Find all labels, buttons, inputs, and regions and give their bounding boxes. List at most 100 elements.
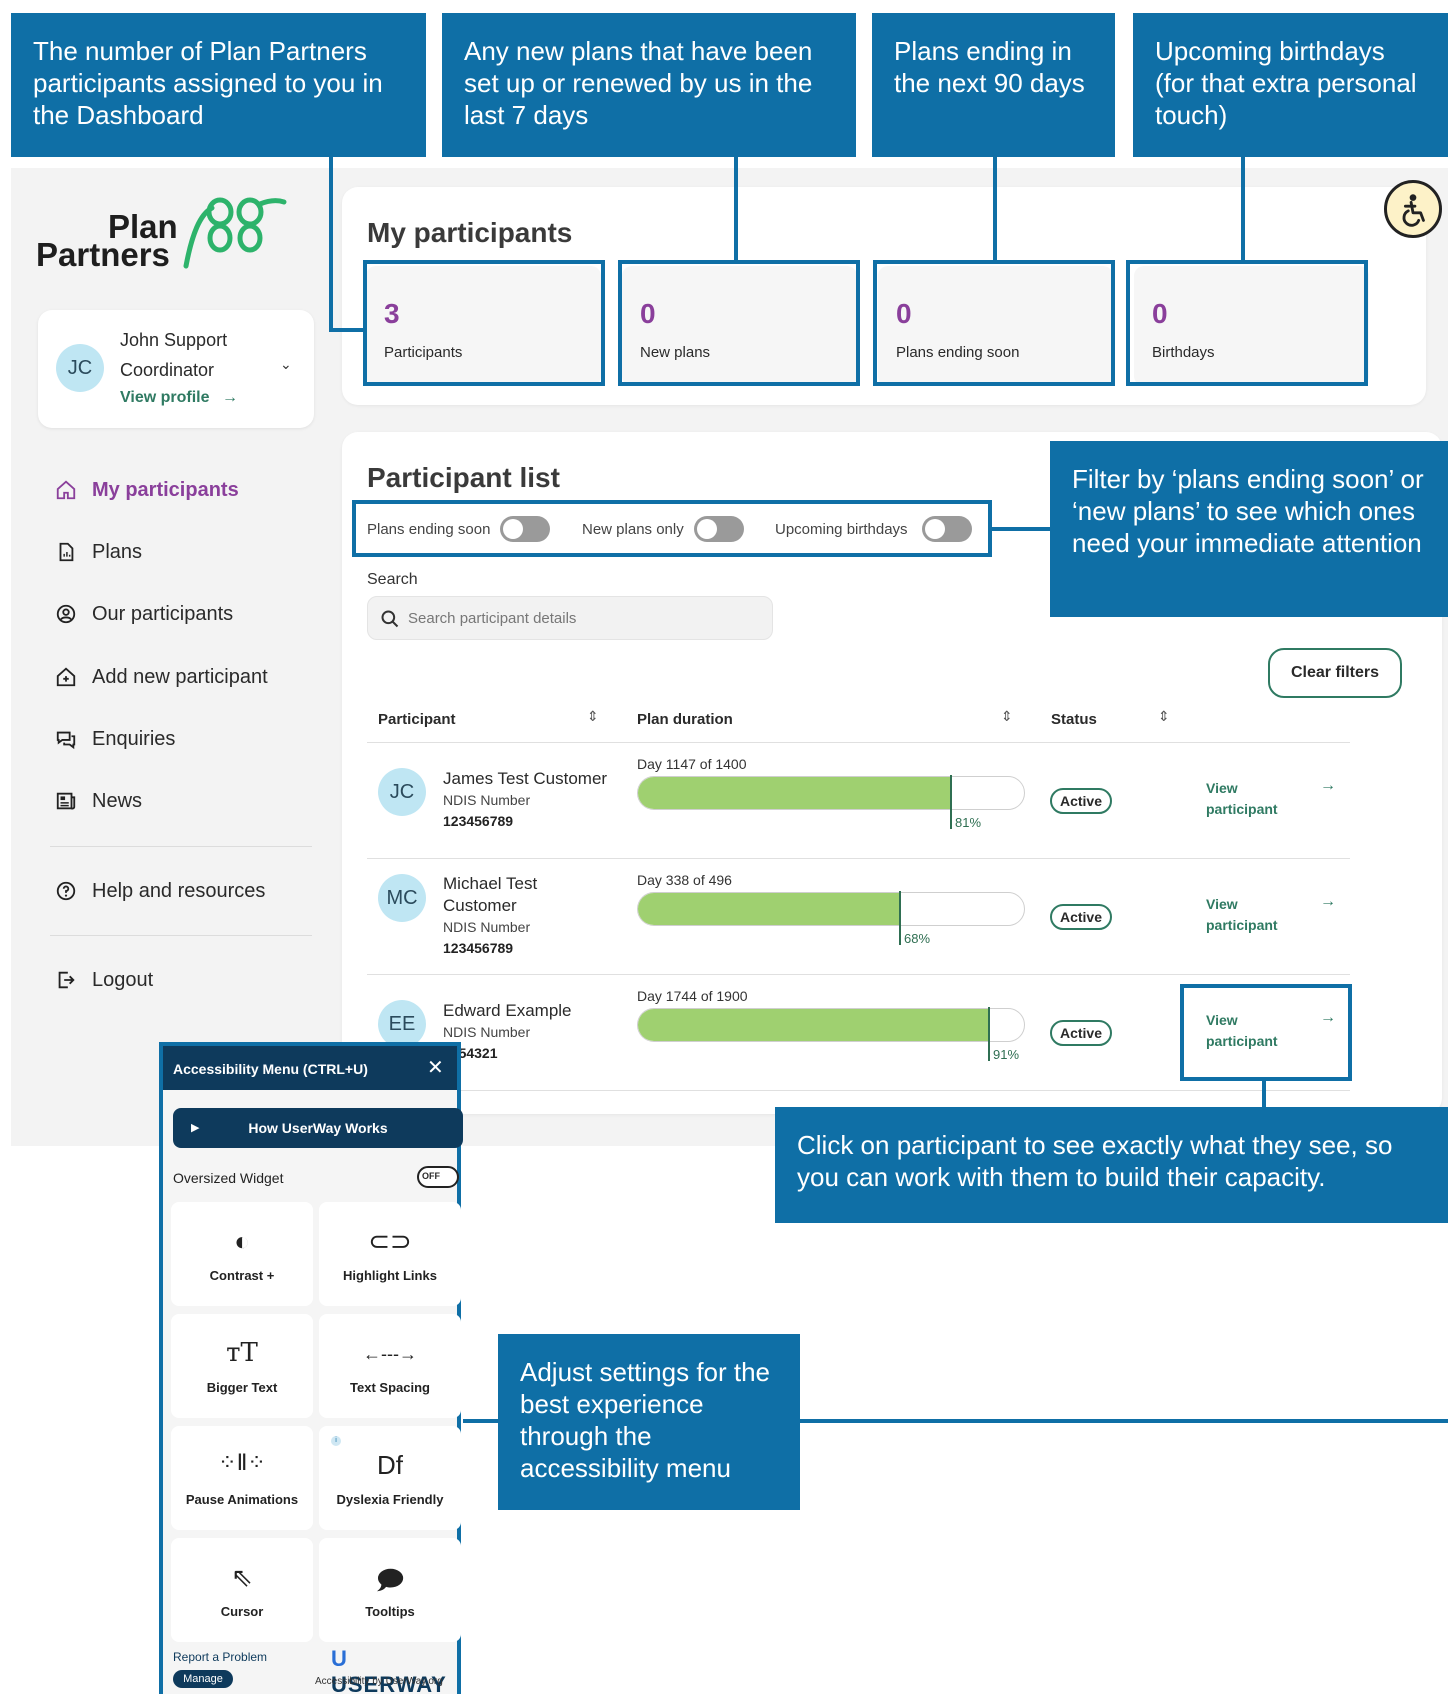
accessibility-widget-button[interactable] — [1384, 180, 1442, 238]
manage-button[interactable]: Manage — [173, 1670, 233, 1688]
connector-line — [993, 156, 997, 262]
plan-day-label: Day 1744 of 1900 — [637, 988, 748, 1004]
report-problem-link[interactable]: Report a Problem — [173, 1650, 267, 1664]
oversized-widget-toggle[interactable]: OFF — [417, 1166, 459, 1188]
pause-icon: ⁘Ⅱ⁘ — [218, 1450, 266, 1475]
toggle-state: OFF — [422, 1171, 440, 1181]
nav-item-logout[interactable]: Logout — [54, 965, 153, 995]
chevron-down-icon[interactable]: ⌄ — [280, 356, 292, 373]
connector-line — [329, 156, 333, 330]
plan-progress-fill — [638, 893, 900, 925]
view-profile-label: View profile — [120, 389, 210, 406]
participant-avatar: JC — [378, 768, 426, 816]
accessibility-menu-header: Accessibility Menu (CTRL+U) ✕ — [163, 1046, 457, 1090]
nav-label: Logout — [92, 968, 154, 991]
view-participant-link[interactable]: View participant — [1206, 778, 1296, 820]
plan-progress-percent: 81% — [955, 815, 982, 830]
status-badge: Active — [1050, 788, 1112, 814]
nav-item-my-participants[interactable]: My participants — [54, 475, 239, 505]
link-icon: ⊂⊃ — [368, 1226, 412, 1256]
column-header-participant[interactable]: Participant — [378, 711, 456, 728]
page-title: My participants — [367, 217, 573, 248]
dyslexia-friendly-tile[interactable]: i Df Dyslexia Friendly — [319, 1426, 461, 1530]
plan-progress-marker — [899, 891, 901, 945]
callout-filter: Filter by ‘plans ending soon’ or ‘new pl… — [1050, 441, 1448, 617]
plan-partners-logo[interactable]: Plan Partners — [36, 197, 296, 280]
nav-divider — [50, 935, 312, 936]
nav-item-news[interactable]: News — [54, 786, 142, 816]
logout-icon — [54, 968, 78, 992]
section-title: Participant list — [367, 462, 560, 493]
contrast-tile[interactable]: ◐ Contrast + — [171, 1202, 313, 1306]
logo-text-line2: Partners — [36, 236, 170, 273]
plan-progress-fill — [638, 777, 951, 809]
text-spacing-tile[interactable]: ←‑‑‑→ Text Spacing — [319, 1314, 461, 1418]
profile-role: Coordinator — [120, 360, 215, 380]
user-circle-icon — [54, 602, 78, 626]
arrow-right-icon: → — [221, 389, 238, 406]
tile-label: Dyslexia Friendly — [336, 1492, 444, 1507]
text-size-icon: тT — [226, 1338, 258, 1368]
nav-item-help-and-resources[interactable]: Help and resources — [54, 876, 265, 906]
arrow-right-icon[interactable]: → — [1320, 893, 1336, 911]
column-header-plan-duration[interactable]: Plan duration — [637, 711, 733, 728]
home-plus-icon — [54, 665, 78, 689]
tile-label: Highlight Links — [343, 1268, 437, 1283]
search-input[interactable]: Search participant details — [367, 596, 773, 640]
text-spacing-icon: ←‑‑‑→ — [363, 1344, 417, 1364]
view-profile-link[interactable]: View profile → — [120, 389, 238, 407]
nav-item-enquiries[interactable]: Enquiries — [54, 724, 175, 754]
home-icon — [54, 478, 78, 502]
nav-item-our-participants[interactable]: Our participants — [54, 599, 233, 629]
table-divider — [367, 1090, 1350, 1091]
nav-item-plans[interactable]: Plans — [54, 537, 142, 567]
table-divider — [367, 742, 1350, 743]
nav-item-add-new-participant[interactable]: Add new participant — [54, 662, 268, 692]
info-icon: i — [331, 1436, 341, 1446]
callout-accessibility: Adjust settings for the best experience … — [498, 1334, 800, 1510]
callout-view-participant: Click on participant to see exactly what… — [775, 1107, 1448, 1223]
highlight-filters — [352, 500, 992, 557]
tooltips-tile[interactable]: 🗩 Tooltips — [319, 1538, 461, 1642]
plan-progress-percent: 91% — [993, 1047, 1020, 1062]
bigger-text-tile[interactable]: тT Bigger Text — [171, 1314, 313, 1418]
table-divider — [367, 974, 1350, 975]
nav-divider — [50, 846, 312, 847]
arrow-right-icon[interactable]: → — [1320, 777, 1336, 795]
view-participant-link[interactable]: View participant — [1206, 894, 1296, 936]
pause-animations-tile[interactable]: ⁘Ⅱ⁘ Pause Animations — [171, 1426, 313, 1530]
plan-day-label: Day 1147 of 1400 — [637, 756, 747, 772]
ndis-label: NDIS Number — [443, 919, 531, 935]
nav-label: Add new participant — [92, 665, 268, 688]
contrast-icon: ◐ — [234, 1226, 250, 1256]
nav-label: Plans — [92, 540, 143, 563]
chat-icon — [54, 727, 78, 751]
how-userway-works-button[interactable]: ▶ How UserWay Works — [173, 1108, 463, 1148]
cursor-icon: ⇖ — [231, 1562, 253, 1592]
highlight-links-tile[interactable]: ⊂⊃ Highlight Links — [319, 1202, 461, 1306]
accessibility-icon — [1402, 194, 1425, 227]
close-icon[interactable]: ✕ — [427, 1055, 444, 1080]
userway-tagline: Accessibility by UserWay.org — [315, 1676, 443, 1687]
tile-label: Bigger Text — [206, 1380, 278, 1395]
connector-line — [329, 328, 365, 332]
highlight-participants-stat — [363, 260, 605, 386]
avatar: JC — [56, 344, 104, 392]
nav-label: Our participants — [92, 602, 234, 625]
sort-icon[interactable]: ⇕ — [587, 708, 599, 725]
nav-label: Enquiries — [92, 727, 176, 750]
ndis-number: 123456789 — [443, 940, 514, 956]
dyslexia-icon: Df — [377, 1450, 403, 1480]
cursor-tile[interactable]: ⇖ Cursor — [171, 1538, 313, 1642]
nav-label: Help and resources — [92, 879, 266, 902]
highlight-new-plans-stat — [618, 260, 860, 386]
help-icon — [54, 879, 78, 903]
column-header-status[interactable]: Status — [1051, 711, 1097, 728]
clear-filters-button[interactable]: Clear filters — [1268, 648, 1402, 698]
sort-icon[interactable]: ⇕ — [1158, 708, 1170, 725]
plan-progress-marker — [950, 775, 952, 829]
sort-icon[interactable]: ⇕ — [1001, 708, 1013, 725]
how-userway-works-label: How UserWay Works — [248, 1120, 388, 1136]
ndis-label: NDIS Number — [443, 792, 531, 808]
plan-progress-percent: 68% — [904, 931, 931, 946]
